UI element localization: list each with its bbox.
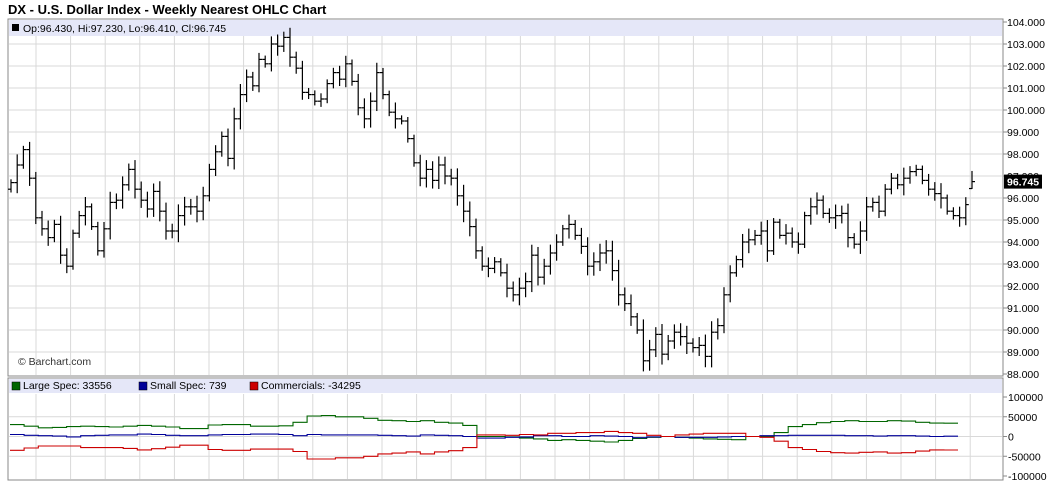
price-y-tick-label: 91.000: [1007, 303, 1039, 315]
cot-legend-swatch: [138, 381, 148, 391]
cot-y-tick-label: 100000: [1008, 392, 1043, 404]
price-y-tick-label: 99.000: [1007, 127, 1039, 139]
price-y-tick-label: 98.000: [1007, 149, 1039, 161]
cot-panel-frame: [7, 377, 1004, 481]
cot-legend-swatch: [11, 381, 21, 391]
chart-canvas: 104.000 103.000 102.000 101.000 100.000 99.00…: [7, 17, 1047, 481]
cot-y-tick-label: 50000: [1008, 412, 1037, 424]
cot-y-tick-label: 0: [1008, 432, 1014, 444]
price-y-tick-label: 102.000: [1007, 61, 1045, 73]
price-y-tick-label: 103.000: [1007, 39, 1045, 51]
last-price-label: 96.745: [1007, 177, 1039, 189]
price-y-tick-label: 92.000: [1007, 281, 1039, 293]
cot-legend-swatch: [249, 381, 259, 391]
ohlc-legend-swatch: [12, 24, 19, 31]
chart-window: DX - U.S. Dollar Index - Weekly Nearest …: [0, 0, 1053, 481]
price-y-tick-label: 101.000: [1007, 83, 1045, 95]
price-y-tick-label: 90.000: [1007, 325, 1039, 337]
cot-y-tick-label: -50000: [1008, 451, 1041, 463]
cot-legend-label: Commercials: -34295: [261, 380, 361, 392]
price-y-tick-label: 94.000: [1007, 237, 1039, 249]
cot-legend-label: Small Spec: 739: [150, 380, 227, 392]
price-y-tick-label: 104.000: [1007, 17, 1045, 29]
copyright-text: © Barchart.com: [18, 356, 91, 368]
ohlc-legend-text: Op:96.430, Hi:97.230, Lo:96.410, Cl:96.7…: [23, 23, 226, 35]
price-y-tick-label: 100.000: [1007, 105, 1045, 117]
cot-y-tick-label: -100000: [1008, 471, 1047, 481]
price-y-tick-label: 96.000: [1007, 193, 1039, 205]
price-y-tick-label: 95.000: [1007, 215, 1039, 227]
price-y-tick-label: 93.000: [1007, 259, 1039, 271]
price-y-tick-label: 88.000: [1007, 369, 1039, 381]
price-y-tick-label: 89.000: [1007, 347, 1039, 359]
cot-legend-label: Large Spec: 33556: [23, 380, 112, 392]
